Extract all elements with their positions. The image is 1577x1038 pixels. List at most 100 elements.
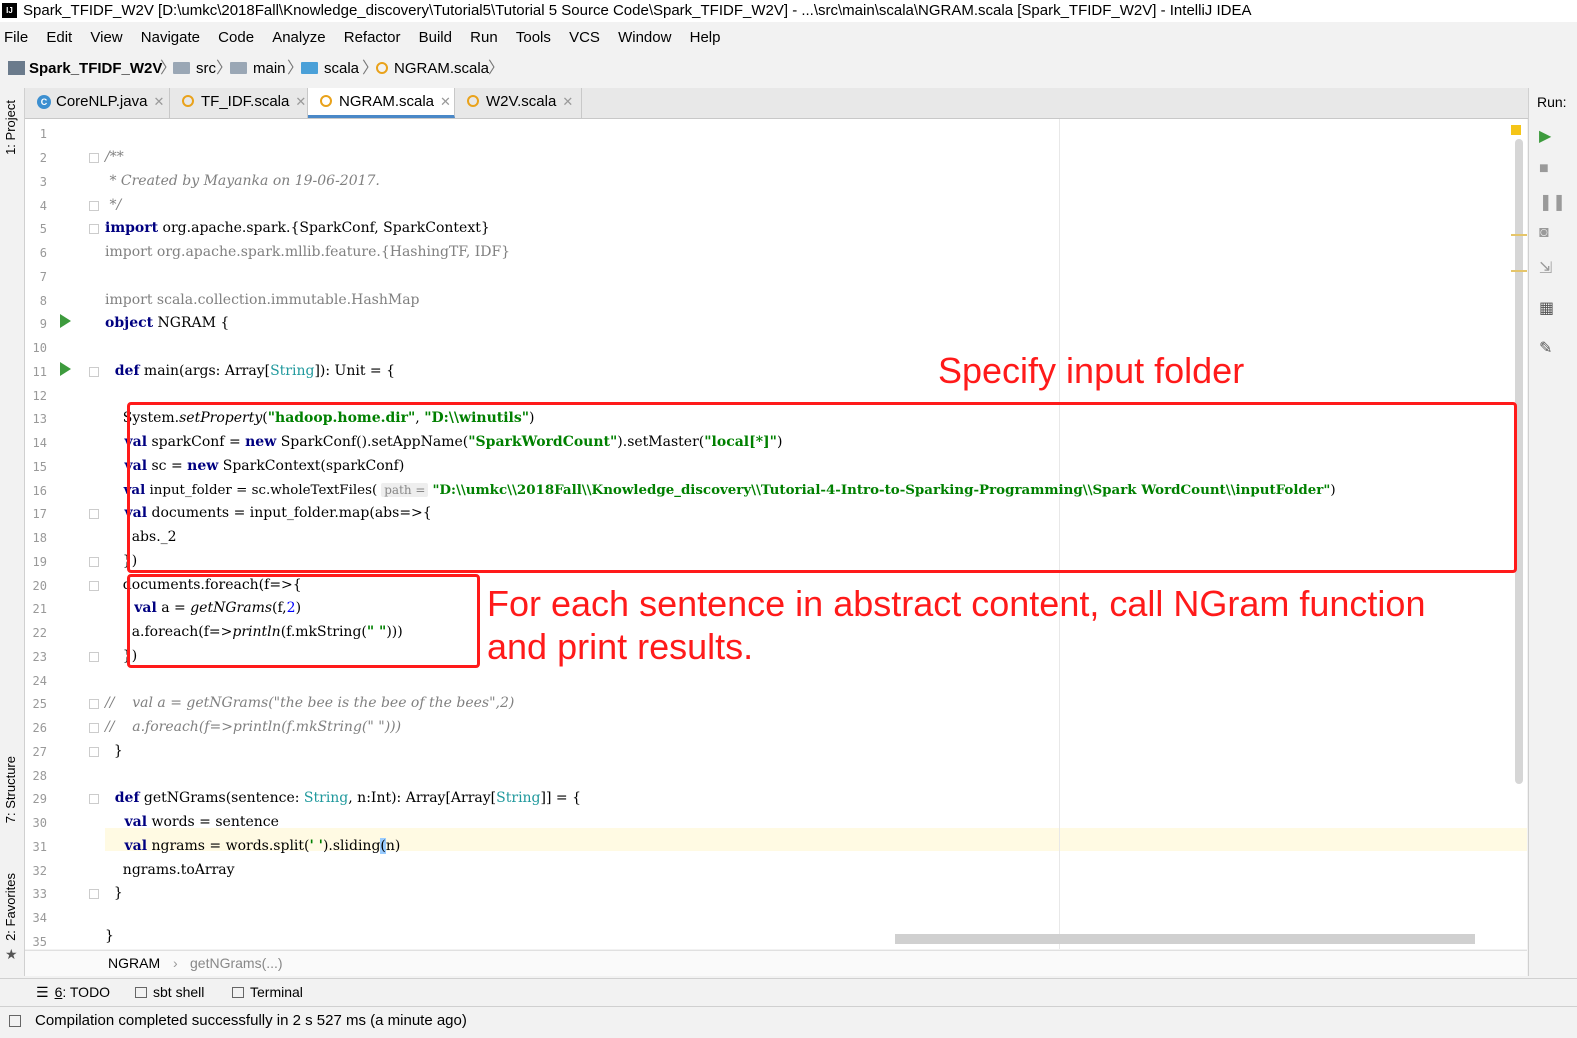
line-number: 35 <box>32 935 47 949</box>
sbt-shell-tool-button[interactable]: sbt shell <box>135 979 204 1006</box>
line-number: 23 <box>32 650 47 664</box>
nav-project[interactable]: Spark_TFIDF_W2V <box>8 55 162 83</box>
close-icon[interactable]: ✕ <box>440 94 451 109</box>
fold-icon[interactable] <box>89 747 99 757</box>
source-folder-icon <box>301 62 318 74</box>
line-number: 15 <box>32 460 47 474</box>
fold-icon[interactable] <box>89 153 99 163</box>
menu-window[interactable]: Window <box>618 29 671 46</box>
fold-icon[interactable] <box>89 509 99 519</box>
pin-icon[interactable]: ✎ <box>1539 338 1552 358</box>
run-gutter-icon[interactable] <box>60 362 71 376</box>
scala-object-icon <box>467 95 479 107</box>
code-line-33: } <box>105 885 123 901</box>
menu-build[interactable]: Build <box>419 29 452 46</box>
navigation-bar: Spark_TFIDF_W2V 〉 src 〉 main 〉 scala 〉 N… <box>0 55 1577 83</box>
close-icon[interactable]: ✕ <box>153 94 164 109</box>
fold-icon[interactable] <box>89 723 99 733</box>
menu-edit[interactable]: Edit <box>46 29 72 46</box>
structure-tool-tab[interactable]: 7: Structure <box>3 756 18 823</box>
menu-run[interactable]: Run <box>470 29 498 46</box>
input-folder-highlight-box <box>127 402 1517 573</box>
nav-main[interactable]: main <box>230 55 286 83</box>
layout-icon[interactable]: ▦ <box>1539 298 1554 318</box>
tab-ngram[interactable]: NGRAM.scala ✕ <box>308 88 455 118</box>
line-number: 14 <box>32 436 47 450</box>
fold-icon[interactable] <box>89 794 99 804</box>
nav-file[interactable]: NGRAM.scala <box>376 55 489 83</box>
fold-icon[interactable] <box>89 224 99 234</box>
warning-indicator-icon[interactable] <box>1511 125 1521 135</box>
menu-file[interactable]: File <box>4 29 28 46</box>
line-number: 22 <box>32 626 47 640</box>
ngram-annotation-line-1: For each sentence in abstract content, c… <box>487 583 1426 624</box>
exit-icon[interactable]: ⇲ <box>1539 258 1552 278</box>
ngram-loop-highlight-box <box>127 574 480 668</box>
nav-src[interactable]: src <box>173 55 216 83</box>
menu-navigate[interactable]: Navigate <box>141 29 200 46</box>
terminal-icon <box>232 987 244 998</box>
fold-icon[interactable] <box>89 557 99 567</box>
code-line-29: def getNGrams(sentence: String, n:Int): … <box>105 790 581 806</box>
scala-object-icon <box>320 95 332 107</box>
menu-code[interactable]: Code <box>218 29 254 46</box>
fold-icon[interactable] <box>89 581 99 591</box>
code-line-26: // a.foreach(f=>println(f.mkString(" "))… <box>105 719 402 735</box>
run-icon[interactable]: ▶ <box>1539 126 1551 146</box>
menu-analyze[interactable]: Analyze <box>272 29 325 46</box>
menu-tools[interactable]: Tools <box>516 29 551 46</box>
project-icon <box>8 61 25 75</box>
fold-icon[interactable] <box>89 367 99 377</box>
menu-vcs[interactable]: VCS <box>569 29 600 46</box>
tab-corenlp[interactable]: C CoreNLP.java ✕ <box>25 88 170 118</box>
line-number: 18 <box>32 531 47 545</box>
menu-help[interactable]: Help <box>690 29 721 46</box>
scala-object-icon <box>376 62 388 74</box>
pause-icon[interactable]: ❚❚ <box>1539 192 1566 212</box>
code-line-2: /** <box>105 149 124 165</box>
line-number: 19 <box>32 555 47 569</box>
terminal-tool-button[interactable]: Terminal <box>232 979 303 1006</box>
run-tool-stripe: Run: ▶ ■ ❚❚ ◙ ⇲ ▦ ✎ <box>1528 88 1577 976</box>
stop-icon[interactable]: ■ <box>1539 160 1549 178</box>
ngram-annotation-line-2: and print results. <box>487 626 754 667</box>
code-line-25: // val a = getNGrams("the bee is the bee… <box>105 695 515 711</box>
line-number: 25 <box>32 697 47 711</box>
breadcrumb-method[interactable]: getNGrams(...) <box>190 951 283 976</box>
tool-windows-toggle-icon[interactable] <box>9 1015 21 1027</box>
close-icon[interactable]: ✕ <box>562 94 573 109</box>
todo-tool-button[interactable]: ☰ 6: TODO <box>36 979 110 1006</box>
line-number: 33 <box>32 887 47 901</box>
line-number: 13 <box>32 412 47 426</box>
fold-icon[interactable] <box>89 889 99 899</box>
scroll-marker[interactable] <box>1511 234 1527 236</box>
nav-scala[interactable]: scala <box>301 55 359 83</box>
sbt-icon <box>135 987 147 998</box>
tab-tf-idf[interactable]: TF_IDF.scala ✕ <box>170 88 308 118</box>
menu-view[interactable]: View <box>90 29 122 46</box>
fold-icon[interactable] <box>89 699 99 709</box>
line-number: 4 <box>39 199 47 213</box>
line-number: 8 <box>39 294 47 308</box>
java-class-icon: C <box>37 95 51 109</box>
close-icon[interactable]: ✕ <box>295 94 306 109</box>
menu-refactor[interactable]: Refactor <box>344 29 401 46</box>
intellij-icon: IJ <box>2 3 17 18</box>
horizontal-scrollbar[interactable] <box>895 934 1475 944</box>
line-number: 24 <box>32 674 47 688</box>
project-tool-tab[interactable]: 1: Project <box>3 100 18 155</box>
fold-icon[interactable] <box>89 652 99 662</box>
line-number: 31 <box>32 840 47 854</box>
favorites-tool-tab[interactable]: 2: Favorites <box>3 873 18 941</box>
breadcrumb-object[interactable]: NGRAM <box>108 951 160 976</box>
code-line-27: } <box>105 743 123 759</box>
line-number: 28 <box>32 769 47 783</box>
line-number: 3 <box>39 175 47 189</box>
run-gutter-icon[interactable] <box>60 314 71 328</box>
tab-w2v[interactable]: W2V.scala ✕ <box>455 88 582 118</box>
scroll-marker[interactable] <box>1511 270 1527 272</box>
camera-icon[interactable]: ◙ <box>1539 224 1549 242</box>
code-line-3: * Created by Mayanka on 19-06-2017. <box>105 173 380 189</box>
line-number: 10 <box>32 341 47 355</box>
fold-icon[interactable] <box>89 201 99 211</box>
